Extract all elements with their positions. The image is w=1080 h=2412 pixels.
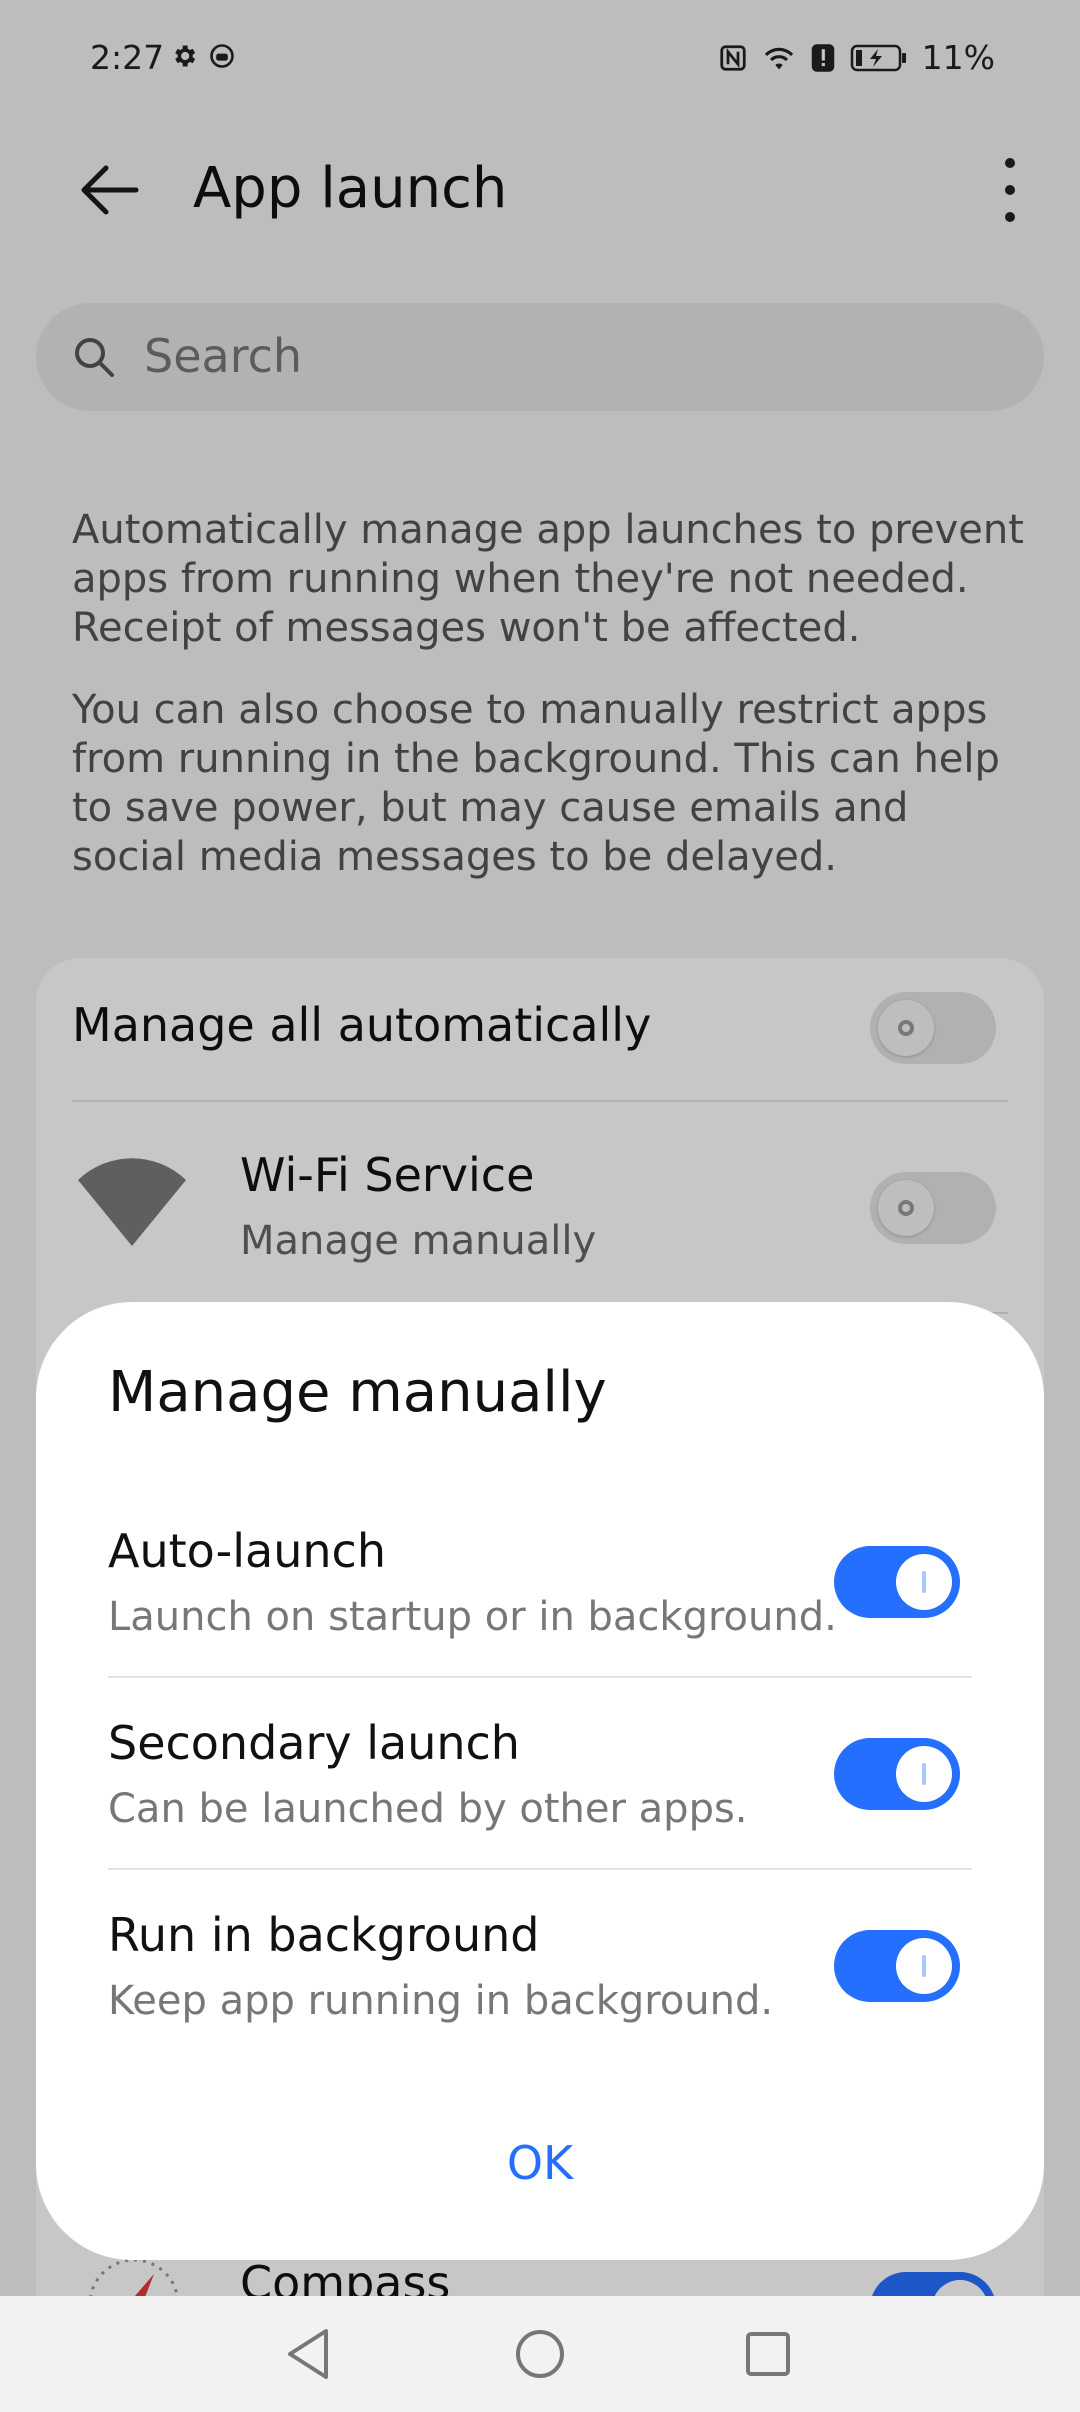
nav-back-button[interactable] bbox=[278, 2324, 338, 2384]
option-label: Secondary launch bbox=[108, 1716, 520, 1770]
divider bbox=[108, 1868, 972, 1870]
nav-home-button[interactable] bbox=[510, 2324, 570, 2384]
navigation-bar bbox=[0, 2296, 1080, 2412]
toggle-knob bbox=[896, 1554, 952, 1610]
triangle-back-icon bbox=[288, 2329, 328, 2379]
toggle-knob bbox=[896, 1938, 952, 1994]
toggle-knob bbox=[896, 1746, 952, 1802]
option-label: Run in background bbox=[108, 1908, 540, 1962]
ok-button[interactable]: OK bbox=[420, 2118, 660, 2208]
option-description: Keep app running in background. bbox=[108, 1978, 774, 2024]
dialog-title: Manage manually bbox=[108, 1360, 607, 1425]
run-in-background-toggle[interactable] bbox=[834, 1930, 960, 2002]
option-label: Auto-launch bbox=[108, 1524, 386, 1578]
circle-home-icon bbox=[516, 2330, 564, 2378]
divider bbox=[108, 1676, 972, 1678]
option-description: Launch on startup or in background. bbox=[108, 1594, 837, 1640]
option-description: Can be launched by other apps. bbox=[108, 1786, 748, 1832]
secondary-launch-toggle[interactable] bbox=[834, 1738, 960, 1810]
auto-launch-toggle[interactable] bbox=[834, 1546, 960, 1618]
manage-manually-dialog: Manage manually Auto-launch Launch on st… bbox=[36, 1302, 1044, 2260]
nav-recents-button[interactable] bbox=[738, 2324, 798, 2384]
square-recents-icon bbox=[746, 2332, 790, 2376]
